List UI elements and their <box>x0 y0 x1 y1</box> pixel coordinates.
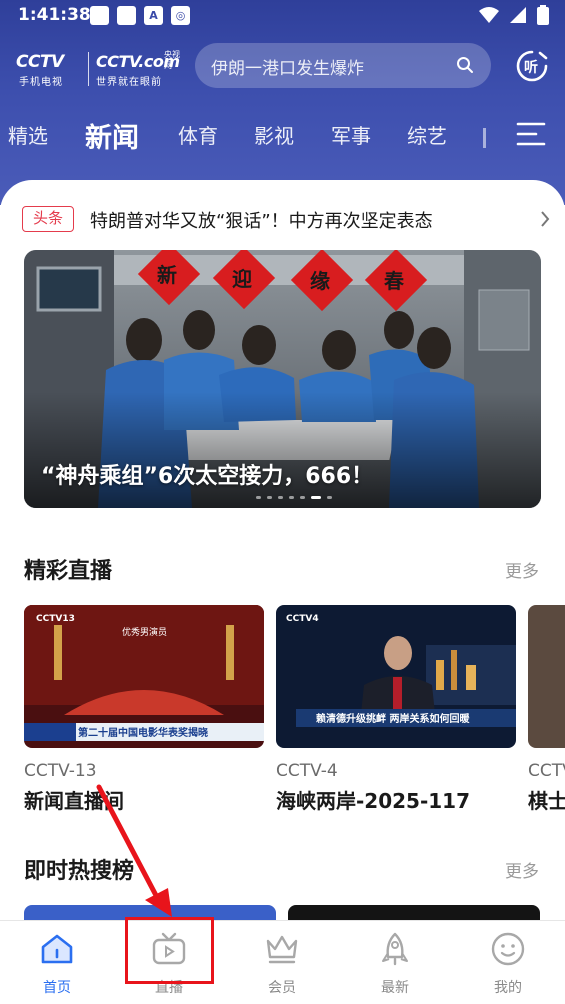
camera-icon: ◎ <box>171 6 190 25</box>
logo-cctv-sub: 手机电视 <box>19 77 63 88</box>
home-icon <box>41 934 73 964</box>
carousel-dot <box>327 496 332 499</box>
carousel-dot <box>300 496 305 499</box>
menu-button[interactable] <box>516 121 546 151</box>
svg-text:CCTV13: CCTV13 <box>36 614 75 624</box>
hot-more-link[interactable]: 更多 <box>505 857 539 882</box>
system-icons <box>479 5 549 25</box>
tab-news[interactable]: 新闻 <box>85 116 139 155</box>
svg-text:赖清德升级挑衅 两岸关系如何回暖: 赖清德升级挑衅 两岸关系如何回暖 <box>316 712 470 725</box>
headline-text[interactable]: 特朗普对华又放“狠话”！中方再次坚定表态 <box>90 207 433 233</box>
svg-text:第二十届中国电影华表奖揭晓: 第二十届中国电影华表奖揭晓 <box>78 726 208 739</box>
hero-banner[interactable]: 新 迎 缘 春 “神 <box>24 250 541 508</box>
tab-sports[interactable]: 体育 <box>178 120 218 149</box>
wifi-icon <box>479 7 499 23</box>
listen-icon: 听 <box>516 50 548 82</box>
notification-icons: A ◎ <box>90 6 190 25</box>
rocket-icon <box>382 932 408 966</box>
signal-icon <box>510 7 526 23</box>
status-time: 1:41:38 <box>18 5 91 25</box>
app-icon <box>117 6 136 25</box>
svg-text:CCTV4: CCTV4 <box>286 614 319 624</box>
carousel-dot-active <box>311 496 321 499</box>
live-card[interactable]: 赖清德升级挑衅 两岸关系如何回暖 CCTV4 CCTV-4 海峡两岸-2025-… <box>276 605 516 814</box>
a-icon: A <box>144 6 163 25</box>
status-bar: 1:41:38 A ◎ <box>0 0 565 34</box>
headline-row[interactable]: 头条 特朗普对华又放“狠话”！中方再次坚定表态 <box>22 206 552 234</box>
nav-profile-label: 我的 <box>494 980 522 996</box>
hot-thumbnail[interactable] <box>288 905 540 920</box>
tab-film[interactable]: 影视 <box>254 120 294 149</box>
tab-featured[interactable]: 精选 <box>8 120 48 149</box>
annotation-box <box>125 917 214 984</box>
logo-cctv-com-sub: 世界就在眼前 <box>96 77 162 88</box>
app-icon <box>90 6 109 25</box>
live-section-title: 精彩直播 <box>24 559 113 584</box>
tab-variety[interactable]: 综艺 <box>407 120 447 149</box>
content-panel: 头条 特朗普对华又放“狠话”！中方再次坚定表态 “神舟乘组”6次太空接力，666… <box>0 180 565 920</box>
bottom-nav: 首页 直播 会员 最新 我的 <box>0 920 565 1004</box>
nav-vip-label: 会员 <box>268 980 296 996</box>
listen-button[interactable]: 听 <box>515 49 549 87</box>
tab-military[interactable]: 军事 <box>331 120 371 149</box>
nav-latest[interactable]: 最新 <box>350 931 440 997</box>
carousel-dot <box>278 496 283 499</box>
menu-icon <box>516 122 546 146</box>
nav-home-label: 首页 <box>43 980 71 996</box>
logo-cctv: CCTV <box>16 52 64 72</box>
nav-vip[interactable]: 会员 <box>237 931 327 997</box>
live-title: 新闻直播间 <box>24 789 124 813</box>
carousel-dot <box>256 496 261 499</box>
svg-text:优秀男演员: 优秀男演员 <box>122 626 167 638</box>
live-card[interactable]: 优秀男演员 第二十届中国电影华表奖揭晓 CCTV13 CCTV-13 新闻直播间 <box>24 605 264 814</box>
chevron-right-icon <box>541 211 550 227</box>
live-channel: CCTV <box>528 761 565 781</box>
live-channel: CCTV-4 <box>276 761 338 781</box>
hot-section-title: 即时热搜榜 <box>24 859 135 884</box>
live-thumb-2: 赖清德升级挑衅 两岸关系如何回暖 CCTV4 <box>276 605 516 748</box>
logo-divider <box>88 52 89 86</box>
nav-home[interactable]: 首页 <box>12 931 102 997</box>
live-thumbnail <box>528 605 565 748</box>
nav-profile[interactable]: 我的 <box>463 931 553 997</box>
hero-caption: “神舟乘组”6次太空接力，666！ <box>41 464 374 489</box>
live-thumb-1: 优秀男演员 第二十届中国电影华表奖揭晓 CCTV13 <box>24 605 264 748</box>
profile-icon <box>491 932 525 966</box>
headline-badge: 头条 <box>22 206 74 232</box>
carousel-dot <box>267 496 272 499</box>
crown-icon <box>266 935 298 964</box>
live-thumbnail: 优秀男演员 第二十届中国电影华表奖揭晓 CCTV13 <box>24 605 264 748</box>
cctv-logo: CCTV 手机电视 CCTV.com 央视网 世界就在眼前 <box>16 48 186 90</box>
live-more-link[interactable]: 更多 <box>505 557 539 582</box>
channel-tabs: 精选 新闻 体育 影视 军事 综艺 <box>0 110 500 162</box>
live-thumbnail: 赖清德升级挑衅 两岸关系如何回暖 CCTV4 <box>276 605 516 748</box>
tab-overflow-hint <box>483 128 486 148</box>
search-icon[interactable] <box>456 56 474 74</box>
search-placeholder: 伊朗一港口发生爆炸 <box>211 59 364 79</box>
listen-label: 听 <box>524 59 538 76</box>
search-input[interactable]: 伊朗一港口发生爆炸 <box>195 43 491 88</box>
carousel-dot <box>289 496 294 499</box>
carousel-indicator <box>256 496 332 499</box>
live-channel: CCTV-13 <box>24 761 97 781</box>
live-title: 海峡两岸-2025-117 <box>276 789 471 813</box>
live-title: 棋士 <box>528 789 565 813</box>
battery-icon <box>537 5 549 25</box>
live-card[interactable]: CCTV 棋士 <box>528 605 565 814</box>
logo-cctv-com-small: 央视网 <box>164 50 180 70</box>
nav-latest-label: 最新 <box>381 980 409 996</box>
